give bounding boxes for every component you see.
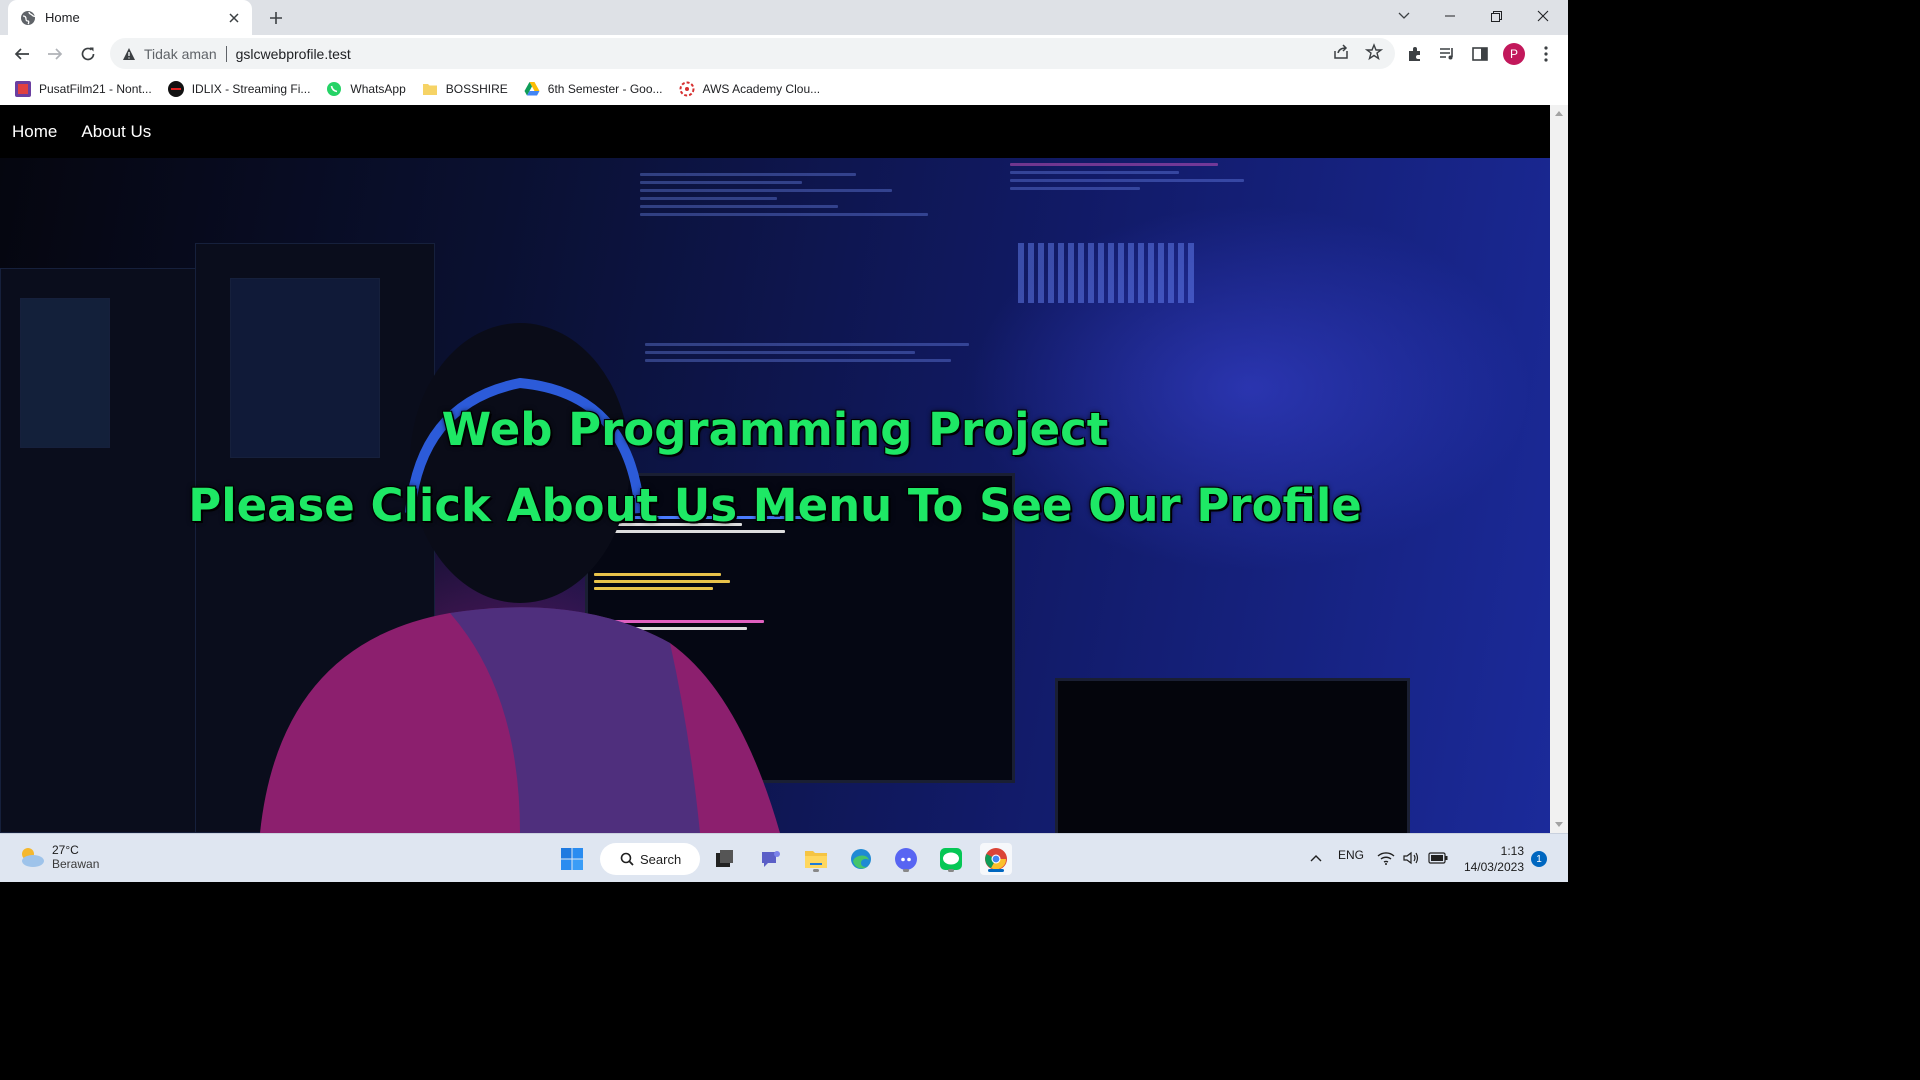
notification-badge[interactable]: 1 [1531,851,1547,867]
running-indicator [948,869,954,872]
teams-chat-icon[interactable] [754,843,786,875]
scroll-up-icon[interactable] [1555,111,1563,116]
wifi-icon[interactable] [1372,842,1400,874]
profile-avatar[interactable]: P [1503,43,1525,65]
bookmark-item[interactable]: WhatsApp [326,76,406,102]
file-explorer-icon[interactable] [800,843,832,875]
volume-icon[interactable] [1397,842,1425,874]
close-window-icon[interactable] [1520,0,1566,32]
clock-date: 14/03/2023 [1463,860,1524,874]
web-page: Home About Us Web Programming Project Pl… [0,105,1550,833]
bookmark-star-icon[interactable] [1365,43,1383,61]
restore-icon[interactable] [1473,0,1519,32]
google-drive-icon [524,81,540,97]
running-indicator [813,869,819,872]
taskbar: 27°C Berawan Search ENG 1:13 14/03/2023 … [0,833,1568,882]
system-clock[interactable]: 1:13 14/03/2023 [1462,843,1524,875]
bookmark-item[interactable]: AWS Academy Clou... [679,76,821,102]
cloud-sun-icon [22,848,44,867]
pusatfilm-icon [15,81,31,97]
bookmarks-bar: PusatFilm21 - Nont... IDLIX - Streaming … [0,73,1568,105]
taskbar-search-button[interactable]: Search [600,843,700,875]
bookmark-label: AWS Academy Clou... [702,82,821,96]
security-label: Tidak aman [144,45,217,62]
page-scrollbar[interactable] [1550,105,1568,833]
globe-icon [20,10,36,26]
divider [225,45,227,62]
url-text[interactable]: gslcwebprofile.test [236,46,351,62]
language-indicator[interactable]: ENG [1338,848,1364,862]
bookmark-label: 6th Semester - Goo... [547,82,663,96]
minimize-icon[interactable] [1427,0,1473,32]
close-tab-icon[interactable] [226,10,242,26]
edge-icon[interactable] [845,843,877,875]
nav-home-link[interactable]: Home [12,122,57,142]
forward-icon[interactable] [41,40,69,68]
search-icon [620,852,634,866]
bookmark-label: PusatFilm21 - Nont... [39,82,152,96]
weather-condition: Berawan [52,857,100,871]
bookmark-item[interactable]: IDLIX - Streaming Fi... [167,76,311,102]
windows-start-icon[interactable] [556,843,588,875]
chrome-icon[interactable] [980,843,1012,875]
wall-code [640,173,1000,221]
bookmark-item[interactable]: BOSSHIRE [422,76,508,102]
active-indicator [988,869,1004,872]
warning-icon [122,47,136,61]
bookmark-label: BOSSHIRE [445,82,508,96]
person-silhouette [260,323,780,833]
back-icon[interactable] [8,40,36,68]
whatsapp-icon [326,81,342,97]
bookmark-item[interactable]: PusatFilm21 - Nont... [15,76,152,102]
bookmark-item[interactable]: 6th Semester - Goo... [524,76,663,102]
wall-code [1010,163,1270,195]
tab-strip: Home [0,0,1568,35]
folder-icon [422,81,438,97]
side-panel-icon[interactable] [1470,44,1490,64]
battery-icon[interactable] [1424,842,1452,874]
second-monitor [1055,678,1410,833]
share-icon[interactable] [1332,43,1350,61]
task-view-icon[interactable] [708,843,740,875]
reload-icon[interactable] [74,40,102,68]
aws-academy-icon [679,81,695,97]
running-indicator [903,869,909,872]
extensions-icon[interactable] [1405,44,1425,64]
scroll-down-icon[interactable] [1555,822,1563,827]
bookmark-label: WhatsApp [350,82,406,96]
hero-title: Web Programming Project [441,403,1109,456]
weather-temp: 27°C [52,843,79,857]
browser-toolbar: Tidak aman gslcwebprofile.test P [0,35,1568,73]
menu-kebab-icon[interactable] [1536,44,1556,64]
line-icon[interactable] [935,843,967,875]
media-control-icon[interactable] [1437,44,1457,64]
idlix-icon [167,81,184,97]
search-label: Search [640,851,682,867]
clock-time: 1:13 [1500,844,1524,858]
bookmark-label: IDLIX - Streaming Fi... [191,82,311,96]
discord-icon[interactable] [890,843,922,875]
tab-home[interactable]: Home [8,0,252,35]
chevron-up-icon[interactable] [1300,842,1332,874]
weather-widget[interactable]: 27°C Berawan [16,842,99,872]
address-bar[interactable]: Tidak aman gslcwebprofile.test [110,38,1395,69]
tab-title: Home [45,10,80,25]
site-navbar: Home About Us [0,105,1550,158]
tab-search-icon[interactable] [1381,0,1427,32]
nav-about-link[interactable]: About Us [81,122,151,142]
new-tab-button[interactable] [264,7,288,29]
wall-matrix [1018,243,1198,303]
hero-subtitle: Please Click About Us Menu To See Our Pr… [188,479,1362,532]
